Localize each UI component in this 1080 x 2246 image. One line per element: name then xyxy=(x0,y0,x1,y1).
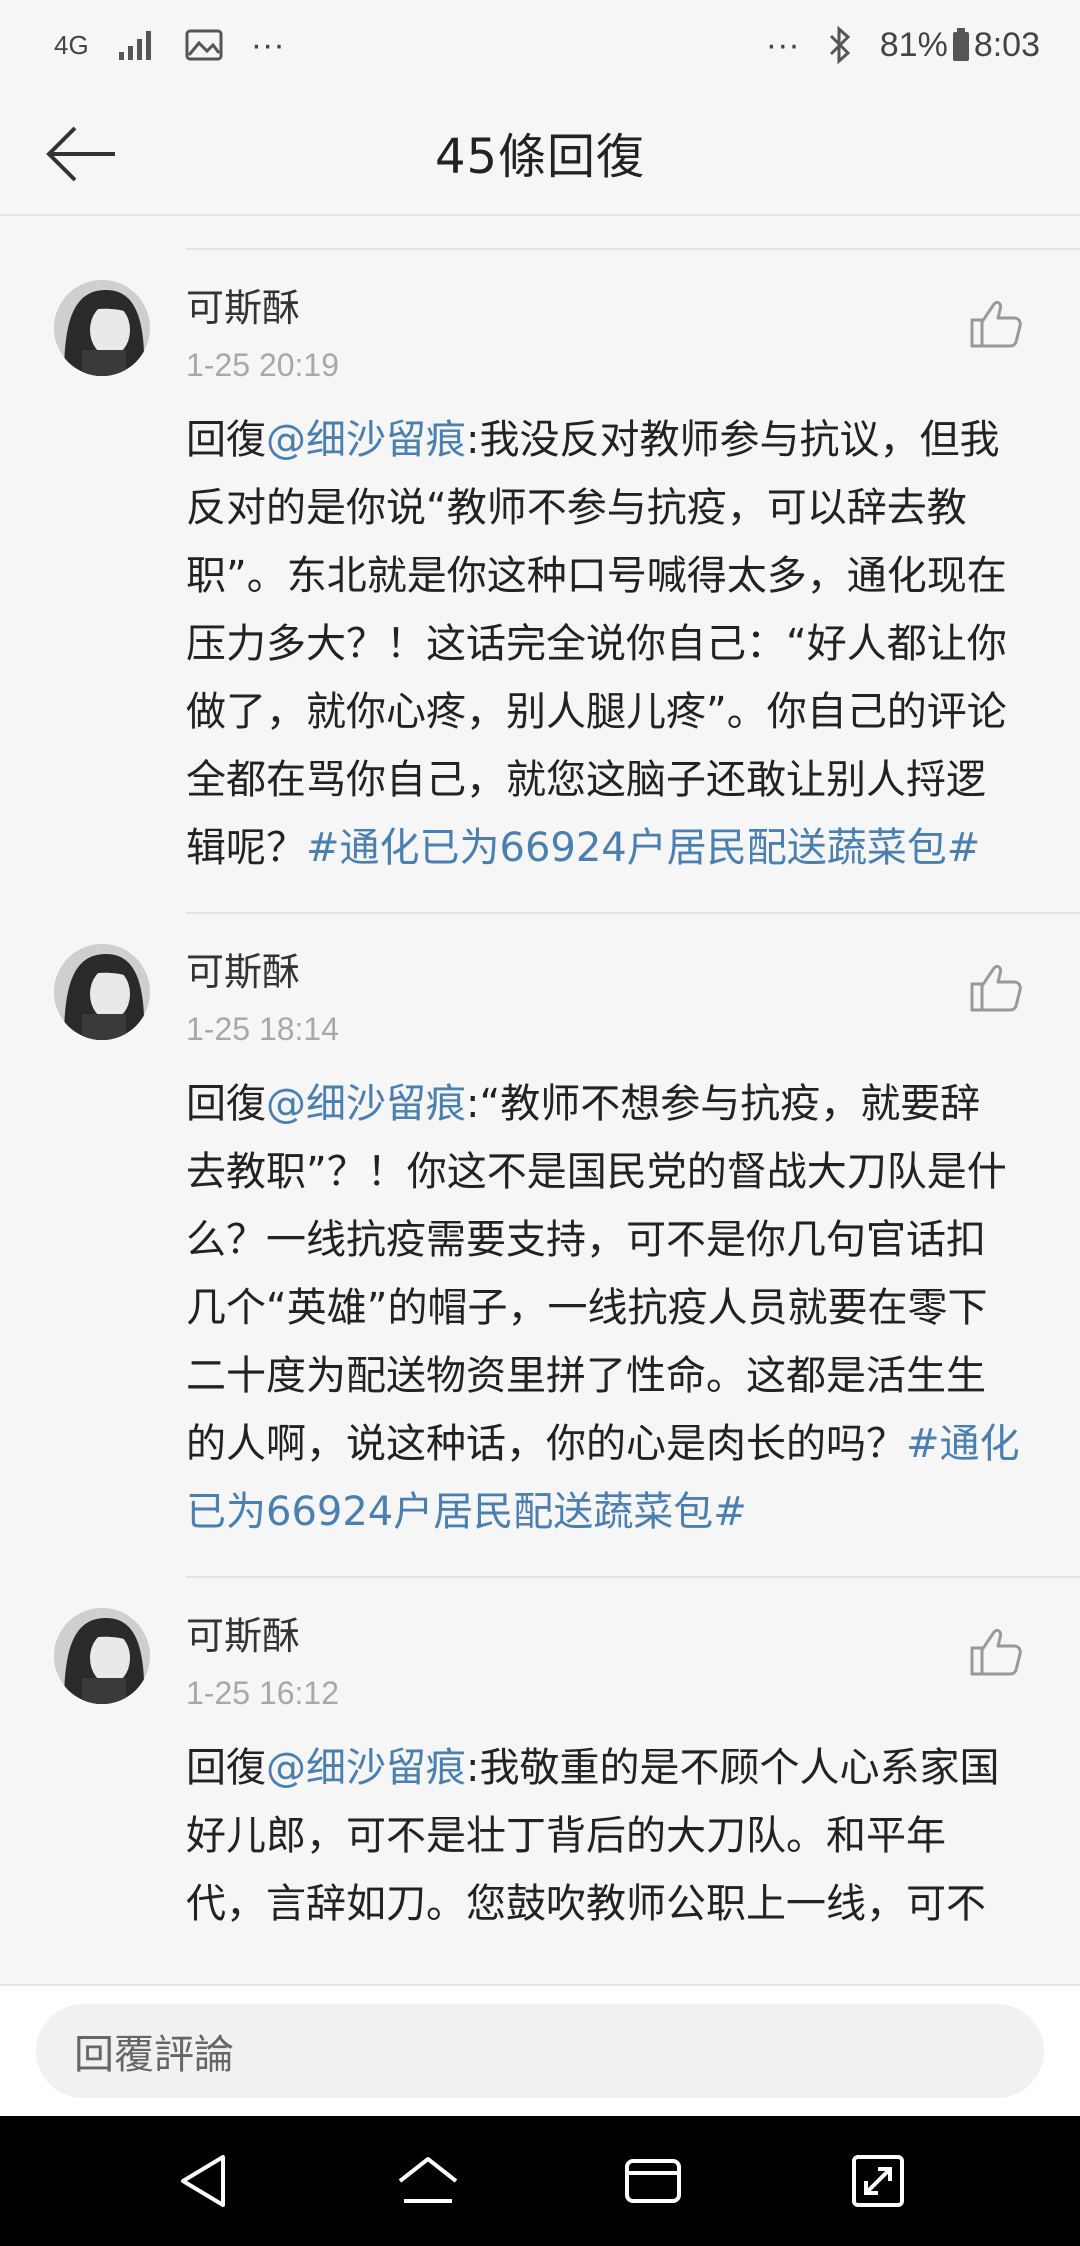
comment-timestamp: 1-25 18:14 xyxy=(186,1011,340,1047)
nav-home-button[interactable] xyxy=(383,2136,473,2226)
more-notifications: ··· xyxy=(250,25,285,64)
comment-content: :“教师不想参与抗疫，就要辞去教职”？！你这不是国民党的督战大刀队是什么？一线抗… xyxy=(186,1081,1007,1467)
page-title: 45條回復 xyxy=(434,129,646,185)
comment-item: 可斯酥 1-25 20:19 回復@细沙留痕:我没反对教师参与抗议，但我反对的是… xyxy=(54,250,1080,914)
system-nav-bar xyxy=(0,2116,1080,2246)
battery-percent: 81% xyxy=(879,25,948,64)
mention-link[interactable]: @细沙留痕 xyxy=(266,1081,466,1127)
reply-bar: 回覆評論 xyxy=(0,1984,1080,2116)
recents-icon xyxy=(624,2159,681,2203)
mention-link[interactable]: @细沙留痕 xyxy=(266,1745,466,1791)
bluetooth-icon xyxy=(828,26,852,64)
comment-text: 回復@细沙留痕:“教师不想参与抗疫，就要辞去教职”？！你这不是国民党的督战大刀队… xyxy=(186,1070,1040,1546)
reply-input[interactable]: 回覆評論 xyxy=(36,2004,1044,2098)
header: 45條回復 xyxy=(0,90,1080,216)
expand-icon xyxy=(851,2155,904,2207)
nav-recents-button[interactable] xyxy=(608,2136,698,2226)
nav-back-button[interactable] xyxy=(158,2136,248,2226)
status-bar: 4G ··· ··· 81% 8:03 xyxy=(0,0,1080,90)
battery-icon xyxy=(952,28,969,61)
thumbs-up-icon xyxy=(970,964,1022,1012)
signal-icon xyxy=(117,28,157,62)
thumbs-up-icon xyxy=(970,1628,1022,1676)
home-icon xyxy=(398,2157,457,2203)
avatar[interactable] xyxy=(54,280,150,376)
comment-timestamp: 1-25 20:19 xyxy=(186,347,340,383)
thumbs-up-icon xyxy=(970,300,1022,348)
comment-username[interactable]: 可斯酥 xyxy=(186,944,1040,1000)
comment-content: :我没反对教师参与抗议，但我反对的是你说“教师不参与抗疫，可以辞去教职”。东北就… xyxy=(186,417,1007,871)
comment-list[interactable]: 可斯酥 1-25 20:19 回復@细沙留痕:我没反对教师参与抗议，但我反对的是… xyxy=(0,216,1080,1984)
comment-username[interactable]: 可斯酥 xyxy=(186,1608,1040,1664)
battery-group: 81% 8:03 xyxy=(880,26,1040,65)
previous-comment-fragment xyxy=(186,216,1080,250)
status-left: 4G ··· xyxy=(54,26,285,65)
status-right: ··· 81% 8:03 xyxy=(766,26,1040,65)
more-status: ··· xyxy=(765,25,800,64)
arrow-left-icon xyxy=(46,126,115,182)
comment-item: 可斯酥 1-25 18:14 回復@细沙留痕:“教师不想参与抗疫，就要辞去教职”… xyxy=(54,914,1080,1578)
back-triangle-icon xyxy=(180,2155,225,2207)
like-button[interactable] xyxy=(968,296,1024,352)
hashtag-link[interactable]: #通化已为66924户居民配送蔬菜包# xyxy=(306,825,980,871)
like-button[interactable] xyxy=(968,1624,1024,1680)
network-type-icon: 4G xyxy=(54,29,89,60)
clock: 8:03 xyxy=(973,25,1040,64)
reply-prefix: 回復 xyxy=(186,1745,266,1791)
avatar[interactable] xyxy=(54,1608,150,1704)
comment-text: 回復@细沙留痕:我敬重的是不顾个人心系家国好儿郎，可不是壮丁背后的大刀队。和平年… xyxy=(186,1734,1040,1938)
reply-prefix: 回復 xyxy=(186,1081,266,1127)
comment-timestamp: 1-25 16:12 xyxy=(186,1675,340,1711)
reply-prefix: 回復 xyxy=(186,417,266,463)
gallery-icon xyxy=(185,29,223,61)
like-button[interactable] xyxy=(968,960,1024,1016)
comment-item: 可斯酥 1-25 16:12 回復@细沙留痕:我敬重的是不顾个人心系家国好儿郎，… xyxy=(54,1578,1080,1968)
nav-expand-button[interactable] xyxy=(833,2136,923,2226)
comment-text: 回復@细沙留痕:我没反对教师参与抗议，但我反对的是你说“教师不参与抗疫，可以辞去… xyxy=(186,406,1040,882)
avatar[interactable] xyxy=(54,944,150,1040)
comment-username[interactable]: 可斯酥 xyxy=(186,280,1040,336)
back-button[interactable] xyxy=(38,114,124,194)
mention-link[interactable]: @细沙留痕 xyxy=(266,417,466,463)
